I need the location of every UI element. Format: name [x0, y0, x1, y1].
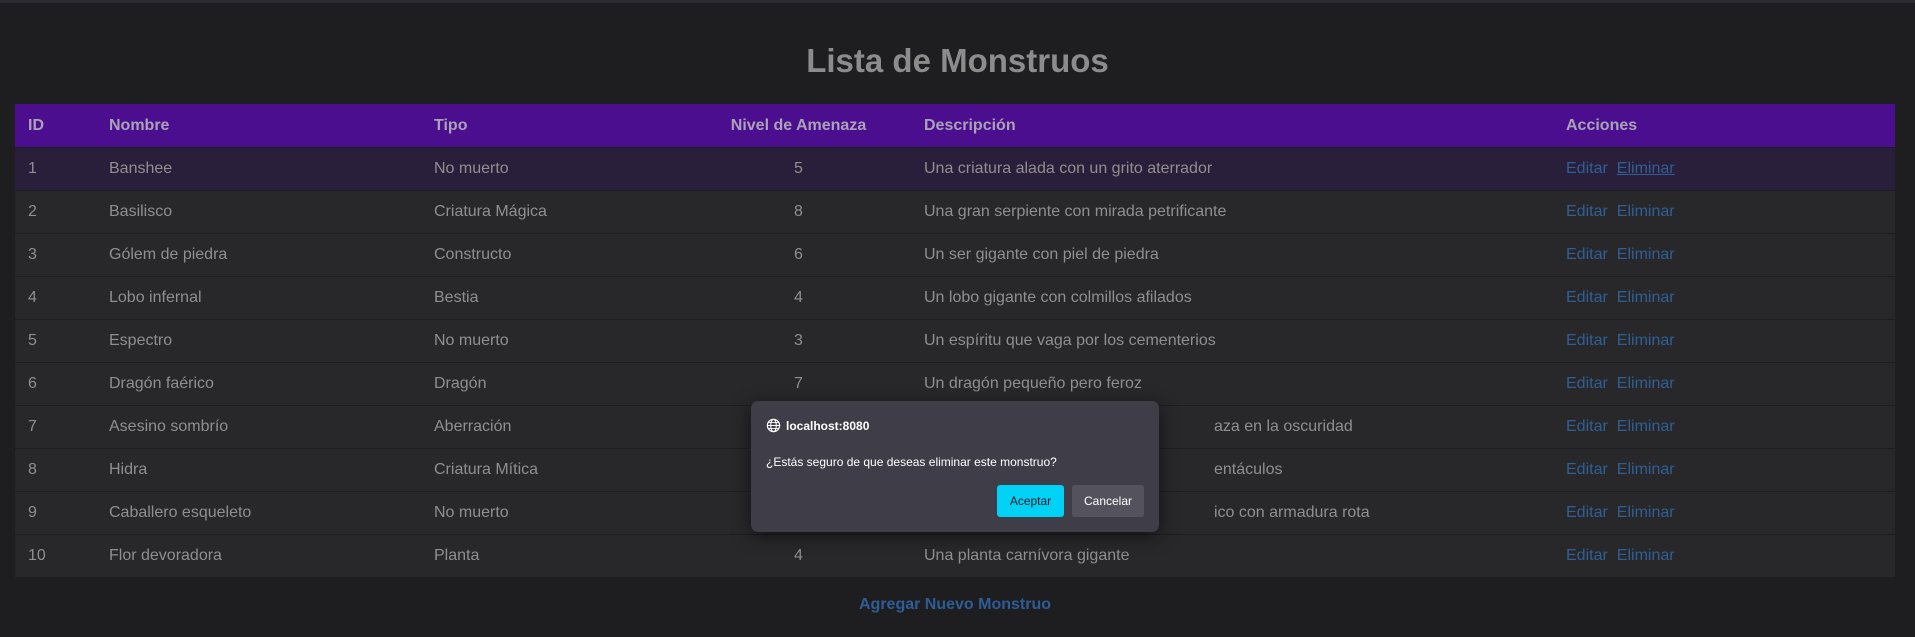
dialog-origin-text: localhost:8080: [786, 418, 870, 433]
cell-threat: 5: [686, 147, 911, 191]
cell-actions: Editar Eliminar: [1553, 362, 1895, 406]
delete-link[interactable]: Eliminar: [1617, 332, 1675, 349]
edit-link[interactable]: Editar: [1566, 547, 1608, 564]
delete-link[interactable]: Eliminar: [1617, 246, 1675, 263]
edit-link[interactable]: Editar: [1566, 418, 1608, 435]
cell-description: Una planta carnívora gigante: [911, 534, 1553, 577]
accept-button[interactable]: Aceptar: [997, 485, 1064, 517]
cell-actions: Editar Eliminar: [1553, 319, 1895, 363]
header-name: Nombre: [96, 104, 421, 148]
table-row: 3 Gólem de piedra Constructo 6 Un ser gi…: [15, 233, 1895, 277]
cell-description: Un ser gigante con piel de piedra: [911, 233, 1553, 277]
cell-id: 2: [15, 190, 96, 234]
table-header-row: ID Nombre Tipo Nivel de Amenaza Descripc…: [15, 104, 1895, 148]
cell-actions: Editar Eliminar: [1553, 534, 1895, 577]
cell-threat: 3: [686, 319, 911, 363]
cell-id: 7: [15, 405, 96, 449]
cancel-button[interactable]: Cancelar: [1072, 485, 1144, 517]
cell-name: Espectro: [96, 319, 421, 363]
delete-link[interactable]: Eliminar: [1617, 289, 1675, 306]
cell-description: Un dragón pequeño pero feroz: [911, 362, 1553, 406]
cell-type: Constructo: [421, 233, 686, 277]
cell-type: Bestia: [421, 276, 686, 320]
header-type: Tipo: [421, 104, 686, 148]
cell-type: Planta: [421, 534, 686, 577]
cell-type: No muerto: [421, 319, 686, 363]
delete-link[interactable]: Eliminar: [1617, 375, 1675, 392]
header-actions: Acciones: [1553, 104, 1895, 148]
confirm-dialog: localhost:8080 ¿Estás seguro de que dese…: [751, 401, 1159, 532]
edit-link[interactable]: Editar: [1566, 203, 1608, 220]
dialog-message: ¿Estás seguro de que deseas eliminar est…: [766, 455, 1057, 469]
edit-link[interactable]: Editar: [1566, 332, 1608, 349]
cell-name: Hidra: [96, 448, 421, 492]
cell-actions: Editar Eliminar: [1553, 190, 1895, 234]
table-row: 4 Lobo infernal Bestia 4 Un lobo gigante…: [15, 276, 1895, 320]
cell-description: Un espíritu que vaga por los cementerios: [911, 319, 1553, 363]
cell-type: Aberración: [421, 405, 686, 449]
cell-threat: 7: [686, 362, 911, 406]
cell-type: Criatura Mágica: [421, 190, 686, 234]
edit-link[interactable]: Editar: [1566, 375, 1608, 392]
header-description: Descripción: [911, 104, 1553, 148]
window-top-border: [0, 0, 1915, 3]
cell-name: Caballero esqueleto: [96, 491, 421, 535]
cell-name: Asesino sombrío: [96, 405, 421, 449]
edit-link[interactable]: Editar: [1566, 289, 1608, 306]
delete-link[interactable]: Eliminar: [1617, 461, 1675, 478]
cell-actions: Editar Eliminar: [1553, 233, 1895, 277]
cell-id: 5: [15, 319, 96, 363]
header-id: ID: [15, 104, 96, 148]
cell-name: Dragón faérico: [96, 362, 421, 406]
cell-name: Basilisco: [96, 190, 421, 234]
cell-id: 1: [15, 147, 96, 191]
delete-link[interactable]: Eliminar: [1617, 504, 1675, 521]
add-monster-link[interactable]: Agregar Nuevo Monstruo: [0, 596, 1910, 614]
cell-name: Gólem de piedra: [96, 233, 421, 277]
cell-type: Criatura Mítica: [421, 448, 686, 492]
delete-link[interactable]: Eliminar: [1617, 547, 1675, 564]
delete-link[interactable]: Eliminar: [1617, 203, 1675, 220]
dialog-origin: localhost:8080: [766, 418, 869, 433]
delete-link[interactable]: Eliminar: [1617, 418, 1675, 435]
edit-link[interactable]: Editar: [1566, 461, 1608, 478]
cell-actions: Editar Eliminar: [1553, 276, 1895, 320]
cell-name: Lobo infernal: [96, 276, 421, 320]
cell-id: 6: [15, 362, 96, 406]
cell-threat: 4: [686, 276, 911, 320]
table-row: 1 Banshee No muerto 5 Una criatura alada…: [15, 147, 1895, 191]
cell-actions: Editar Eliminar: [1553, 147, 1895, 191]
globe-icon: [766, 418, 781, 433]
cell-id: 8: [15, 448, 96, 492]
cell-type: No muerto: [421, 147, 686, 191]
cell-name: Flor devoradora: [96, 534, 421, 577]
cell-id: 9: [15, 491, 96, 535]
cell-threat: 8: [686, 190, 911, 234]
cell-description: Una criatura alada con un grito aterrado…: [911, 147, 1553, 191]
edit-link[interactable]: Editar: [1566, 246, 1608, 263]
table-row: 10 Flor devoradora Planta 4 Una planta c…: [15, 534, 1895, 577]
cell-description: Una gran serpiente con mirada petrifican…: [911, 190, 1553, 234]
edit-link[interactable]: Editar: [1566, 160, 1608, 177]
cell-actions: Editar Eliminar: [1553, 491, 1895, 535]
cell-type: No muerto: [421, 491, 686, 535]
table-row: 5 Espectro No muerto 3 Un espíritu que v…: [15, 319, 1895, 363]
cell-name: Banshee: [96, 147, 421, 191]
cell-actions: Editar Eliminar: [1553, 448, 1895, 492]
cell-type: Dragón: [421, 362, 686, 406]
cell-threat: 6: [686, 233, 911, 277]
cell-actions: Editar Eliminar: [1553, 405, 1895, 449]
delete-link[interactable]: Eliminar: [1617, 160, 1675, 177]
edit-link[interactable]: Editar: [1566, 504, 1608, 521]
table-row: 6 Dragón faérico Dragón 7 Un dragón pequ…: [15, 362, 1895, 406]
page-title: Lista de Monstruos: [806, 42, 1109, 79]
cell-id: 4: [15, 276, 96, 320]
table-row: 2 Basilisco Criatura Mágica 8 Una gran s…: [15, 190, 1895, 234]
cell-id: 3: [15, 233, 96, 277]
cell-threat: 4: [686, 534, 911, 577]
cell-description: Un lobo gigante con colmillos afilados: [911, 276, 1553, 320]
header-threat: Nivel de Amenaza: [686, 104, 911, 148]
cell-id: 10: [15, 534, 96, 577]
